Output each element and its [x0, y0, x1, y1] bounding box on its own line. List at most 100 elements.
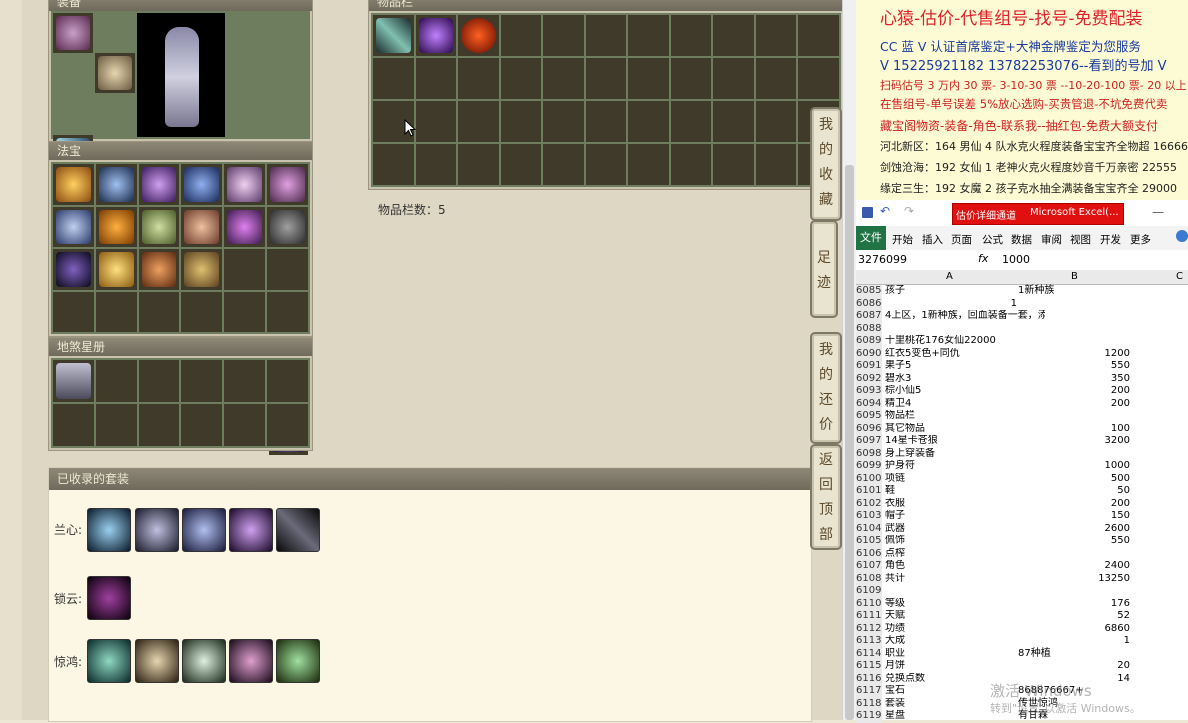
bag-slot[interactable]	[585, 144, 627, 185]
bag-slot[interactable]	[798, 15, 839, 56]
fabao-slot[interactable]	[224, 164, 266, 205]
fabao-slot[interactable]	[53, 291, 94, 332]
bag-slot[interactable]	[415, 58, 457, 99]
fabao-slot[interactable]	[95, 249, 137, 290]
bag-slot[interactable]	[628, 58, 669, 99]
suit-item-bracelet-icon[interactable]	[182, 639, 226, 683]
row-number[interactable]: 6104	[856, 522, 882, 535]
bag-slot[interactable]	[713, 101, 754, 142]
column-header-c[interactable]: C	[1176, 270, 1183, 284]
row-number[interactable]: 6091	[856, 360, 882, 373]
tab-footprints[interactable]: 足 迹	[810, 220, 838, 318]
bag-slot[interactable]	[585, 101, 627, 142]
fabao-slot[interactable]	[95, 164, 137, 205]
cell-b[interactable]: 3200	[1018, 435, 1130, 448]
fabao-slot[interactable]	[181, 291, 223, 332]
suit-item-ring-icon[interactable]	[229, 508, 273, 552]
row-number[interactable]: 6097	[856, 435, 882, 448]
spreadsheet-row[interactable]: 60874上区，1新种族，回血装备一套，添加宝宝即可玩	[856, 310, 1188, 323]
cell-b[interactable]: 200	[1018, 385, 1130, 398]
spreadsheet-row[interactable]: 6101 鞋 50	[856, 485, 1188, 498]
spreadsheet-row[interactable]: 6102 衣服 200	[856, 497, 1188, 510]
row-number[interactable]: 6094	[856, 397, 882, 410]
spreadsheet-row[interactable]: 6104 武器 2600	[856, 522, 1188, 535]
suit-item-gloves-icon[interactable]	[87, 508, 131, 552]
fabao-slot[interactable]	[224, 291, 266, 332]
spreadsheet-row[interactable]: 6088	[856, 322, 1188, 335]
cell-b[interactable]: 150	[1018, 510, 1130, 523]
scrollbar-thumb[interactable]	[845, 165, 854, 720]
dichi-slot[interactable]	[95, 404, 137, 446]
cell-b[interactable]: 1200	[1018, 348, 1130, 361]
dichi-slot[interactable]	[224, 404, 266, 446]
spreadsheet-row[interactable]: 6105 佩饰 550	[856, 535, 1188, 548]
suit-item-mask-icon[interactable]	[182, 508, 226, 552]
fabao-slot[interactable]	[267, 164, 308, 205]
bag-slot[interactable]	[543, 101, 584, 142]
excel-save-icon[interactable]	[862, 207, 873, 218]
row-number[interactable]: 6085	[856, 285, 882, 298]
fabao-slot[interactable]	[95, 206, 137, 247]
fabao-slot[interactable]	[53, 206, 94, 247]
spreadsheet-row[interactable]: 6113 大成 1	[856, 635, 1188, 648]
row-number[interactable]: 6114	[856, 647, 882, 660]
spreadsheet-row[interactable]: 6100 项链 500	[856, 472, 1188, 486]
spreadsheet-row[interactable]: 6109	[856, 585, 1188, 598]
cell-b[interactable]: 500	[1018, 473, 1130, 486]
bag-slot[interactable]	[670, 101, 712, 142]
row-number[interactable]: 6110	[856, 597, 882, 610]
bag-slot[interactable]	[543, 15, 584, 56]
bag-slot[interactable]	[755, 58, 797, 99]
spreadsheet-row[interactable]: 6110 等级 176	[856, 597, 1188, 611]
ribbon-tab[interactable]: 公式	[982, 232, 1003, 247]
bag-slot[interactable]	[585, 15, 627, 56]
row-number[interactable]: 6087	[856, 310, 882, 323]
spreadsheet-row[interactable]: 6089 十里桃花176女仙22000	[856, 335, 1188, 348]
name-box[interactable]: 3276099	[858, 253, 924, 266]
ribbon-tab[interactable]: 数据	[1011, 232, 1032, 247]
ribbon-file-tab[interactable]: 文件	[856, 226, 886, 250]
spreadsheet-row[interactable]: 6085 孩子 1新种族	[856, 285, 1188, 298]
spreadsheet-row[interactable]: 6111 天赋 52	[856, 610, 1188, 623]
row-number[interactable]: 6093	[856, 385, 882, 398]
ribbon-tab[interactable]: 页面	[951, 232, 972, 247]
row-number[interactable]: 6118	[856, 697, 882, 710]
column-header-b[interactable]: B	[1071, 270, 1078, 284]
row-number[interactable]: 6109	[856, 585, 882, 598]
spreadsheet-row[interactable]: 6095 物品栏	[856, 410, 1188, 423]
bag-slot[interactable]	[628, 101, 669, 142]
row-number[interactable]: 6105	[856, 535, 882, 548]
row-number[interactable]: 6112	[856, 622, 882, 635]
spreadsheet-row[interactable]: 6114 职业 87种植	[856, 647, 1188, 660]
equip-slot-2[interactable]	[95, 53, 135, 93]
row-number[interactable]: 6089	[856, 335, 882, 348]
bag-slot[interactable]	[500, 101, 542, 142]
row-number[interactable]: 6115	[856, 660, 882, 673]
bag-slot[interactable]	[458, 58, 499, 99]
bag-slot[interactable]	[500, 58, 542, 99]
ribbon-tab[interactable]: 审阅	[1041, 232, 1062, 247]
spreadsheet-row[interactable]: 6086 1	[856, 297, 1188, 310]
row-number[interactable]: 6099	[856, 460, 882, 473]
cell-a[interactable]: 点榨	[885, 548, 1045, 561]
row-number[interactable]: 6101	[856, 485, 882, 498]
bag-slot[interactable]	[628, 144, 669, 185]
cell-b[interactable]: 550	[1018, 360, 1130, 373]
dichi-slot[interactable]	[138, 360, 180, 402]
cell-b[interactable]: 13250	[1018, 573, 1130, 586]
fabao-slot[interactable]	[267, 291, 308, 332]
row-number[interactable]: 6092	[856, 372, 882, 385]
bag-slot[interactable]	[670, 58, 712, 99]
cell-b[interactable]: 350	[1018, 373, 1130, 386]
spreadsheet-row[interactable]: 6106 点榨	[856, 547, 1188, 561]
tab-back-to-top[interactable]: 返 回 顶 部	[810, 444, 842, 550]
spreadsheet-row[interactable]: 6094 精卫4 200	[856, 397, 1188, 411]
bag-slot[interactable]	[458, 101, 499, 142]
row-number[interactable]: 6100	[856, 472, 882, 485]
bag-slot[interactable]	[543, 144, 584, 185]
cell-a[interactable]: 十里桃花176女仙22000	[885, 335, 1045, 348]
cell-b[interactable]: 200	[1018, 398, 1130, 411]
dichi-slot[interactable]	[224, 360, 266, 402]
fabao-slot[interactable]	[95, 291, 137, 332]
cell-b[interactable]: 176	[1018, 598, 1130, 611]
